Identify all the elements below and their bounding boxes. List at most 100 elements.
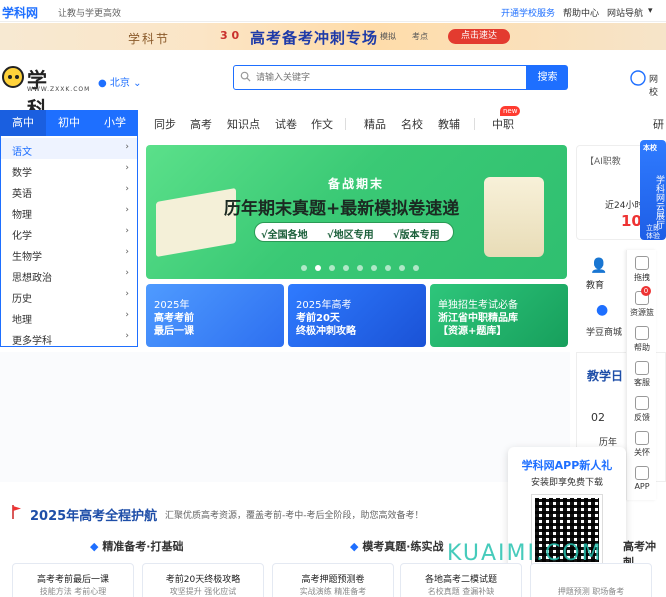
nav-vocational[interactable]: 中职 [492, 116, 514, 132]
nav-sync[interactable]: 同步 [154, 116, 176, 132]
subject-item[interactable]: 化学 › [1, 222, 137, 243]
promo-label: 学科节 [128, 32, 171, 46]
carousel-dot[interactable] [413, 265, 419, 271]
side-tool-item[interactable]: 拖拽 [627, 256, 657, 283]
help-center-link[interactable]: 帮助中心 [563, 6, 599, 19]
gaokao-card[interactable]: 各地高考二模试题 名校真题 查漏补缺 [400, 563, 522, 597]
nav-textbooks[interactable]: 教辅 [438, 116, 460, 132]
diamond-icon: ◆ [90, 540, 99, 553]
top-logo[interactable]: 学科网 [2, 4, 38, 21]
carousel-dot[interactable] [329, 265, 335, 271]
location-selector[interactable]: ● 北京 ⌄ [98, 74, 142, 89]
search-box [233, 65, 527, 90]
gaokao-card[interactable]: 高考押题预测卷 实战演练 精准备考 [272, 563, 394, 597]
subject-item[interactable]: 物理 › [1, 201, 137, 222]
top-bar: 学科网 让教与学更高效 开通学校服务 帮助中心 网站导航 ▾ [0, 0, 666, 22]
site-nav-link[interactable]: 网站导航 [607, 6, 643, 19]
tool-education[interactable]: 教育 [586, 278, 604, 291]
subject-label: 语文 [12, 147, 32, 158]
search-input[interactable] [256, 70, 516, 86]
nav-essay[interactable]: 作文 [311, 116, 333, 132]
subject-item[interactable]: 思想政治 › [1, 264, 137, 285]
promo-card-vocational[interactable]: 单独招生考试必备 浙江省中职精品库 【资源+题库】 [430, 284, 568, 347]
school-badge-label: 网校 [649, 75, 659, 98]
school-service-link[interactable]: 开通学校服务 [501, 6, 555, 19]
side-tool-label: APP [634, 482, 650, 491]
nav-knowledge[interactable]: 知识点 [227, 116, 260, 132]
chevron-right-icon: › [125, 268, 129, 278]
hero-carousel[interactable]: 备战期末 历年期末真题+最新模拟卷速递 √全国各地 √地区专用 √版本专用 [146, 145, 567, 279]
promo-card-20-days[interactable]: 2025年高考 考前20天 终极冲刺攻略 [288, 284, 426, 347]
carousel-dot[interactable] [399, 265, 405, 271]
nav-gaokao[interactable]: 高考 [190, 116, 212, 132]
section-label: 精准备考·打基础 [102, 540, 184, 553]
cloud-showroom-label: 学科网云展厅 [654, 175, 664, 229]
hero-tag: √全国各地 [261, 230, 308, 241]
cloud-sub: 立即体验 [646, 224, 660, 240]
search-icon [240, 71, 251, 82]
promo-mini-2: 考点 [412, 32, 428, 41]
gaokao-card[interactable]: 考前20天终极攻略 攻坚提升 强化应试 [142, 563, 264, 597]
chevron-down-icon: ⌄ [133, 78, 142, 89]
tab-primary-school[interactable]: 小学 [92, 110, 138, 136]
promo-card-last-lesson[interactable]: 2025年 高考考前 最后一课 [146, 284, 284, 347]
location-label: 北京 [109, 78, 130, 89]
chevron-right-icon: › [125, 163, 129, 173]
chevron-right-icon: › [125, 142, 129, 152]
side-tool-item[interactable]: 关怀 [627, 431, 657, 458]
promo-cta-button[interactable]: 点击速达 [448, 29, 510, 44]
side-tool-label: 客服 [634, 378, 650, 387]
nav-research[interactable]: 研 [653, 116, 664, 132]
promo-banner[interactable]: 学科节 3 0 高考备考冲刺专场 模拟 考点 点击速达 [0, 23, 666, 50]
nav-famous-schools[interactable]: 名校 [401, 116, 423, 132]
chevron-right-icon: › [125, 331, 129, 341]
subject-item[interactable]: 数学 › [1, 159, 137, 180]
school-badge[interactable]: 网校 [630, 68, 666, 98]
carousel-dot[interactable] [301, 265, 307, 271]
nav-papers[interactable]: 试卷 [275, 116, 297, 132]
subject-item[interactable]: 地理 › [1, 306, 137, 327]
hero-kicker: 备战期末 [328, 177, 385, 191]
flag-icon [12, 505, 21, 519]
section-mock-exams: ◆ 模考真题·练实战 [350, 538, 444, 554]
gaokao-section-subtitle: 汇聚优质高考资源，覆盖考前-考中-考后全阶段，助您高效备考！ [165, 511, 424, 521]
search-button[interactable]: 搜索 [527, 65, 568, 90]
gaokao-card[interactable]: 押题预测 职场备考 [530, 563, 652, 597]
new-badge: new [500, 106, 521, 116]
bean-icon: ● [596, 302, 609, 318]
side-tool-item[interactable]: 帮助 [627, 326, 657, 353]
carousel-dot[interactable] [385, 265, 391, 271]
chevron-down-icon: ▾ [648, 6, 653, 16]
gaokao-card-subtitle: 名校真题 查漏补缺 [427, 587, 495, 596]
subject-item[interactable]: 生物学 › [1, 243, 137, 264]
side-tool-item[interactable]: APP [627, 466, 657, 491]
subject-item[interactable]: 历史 › [1, 285, 137, 306]
subject-item[interactable]: 英语 › [1, 180, 137, 201]
side-tool-item[interactable]: 客服 [627, 361, 657, 388]
gaokao-card-subtitle: 押题预测 职场备考 [557, 587, 625, 596]
gaokao-card[interactable]: 高考考前最后一课 技能方法 考前心理 [12, 563, 134, 597]
chevron-right-icon: › [125, 205, 129, 215]
card-line: 终极冲刺攻略 [296, 326, 356, 337]
diamond-icon: ◆ [350, 540, 359, 553]
side-tool-label: 拖拽 [634, 273, 650, 282]
side-tool-item[interactable]: 反馈 [627, 396, 657, 423]
chevron-right-icon: › [125, 226, 129, 236]
ai-panel-line: 近24小时 [605, 201, 644, 211]
carousel-dot[interactable] [343, 265, 349, 271]
subject-item[interactable]: 语文 › [1, 138, 137, 159]
carousel-dot[interactable] [357, 265, 363, 271]
subject-label: 生物学 [12, 252, 42, 263]
app-popup-sub: 安装即享免费下载 [530, 478, 603, 488]
tab-middle-school[interactable]: 初中 [46, 110, 92, 136]
nav-premium[interactable]: 精品 [364, 116, 386, 132]
chevron-right-icon: › [125, 247, 129, 257]
side-tool-item[interactable]: 资源篮 [627, 291, 657, 318]
subject-item[interactable]: 更多学科 › [1, 327, 137, 348]
carousel-dot[interactable] [371, 265, 377, 271]
tab-high-school[interactable]: 高中 [0, 110, 46, 136]
tool-bean-mall[interactable]: 学豆商城 [586, 325, 622, 338]
subject-label: 数学 [12, 168, 32, 179]
carousel-dot-active[interactable] [315, 265, 321, 271]
chevron-right-icon: › [125, 184, 129, 194]
